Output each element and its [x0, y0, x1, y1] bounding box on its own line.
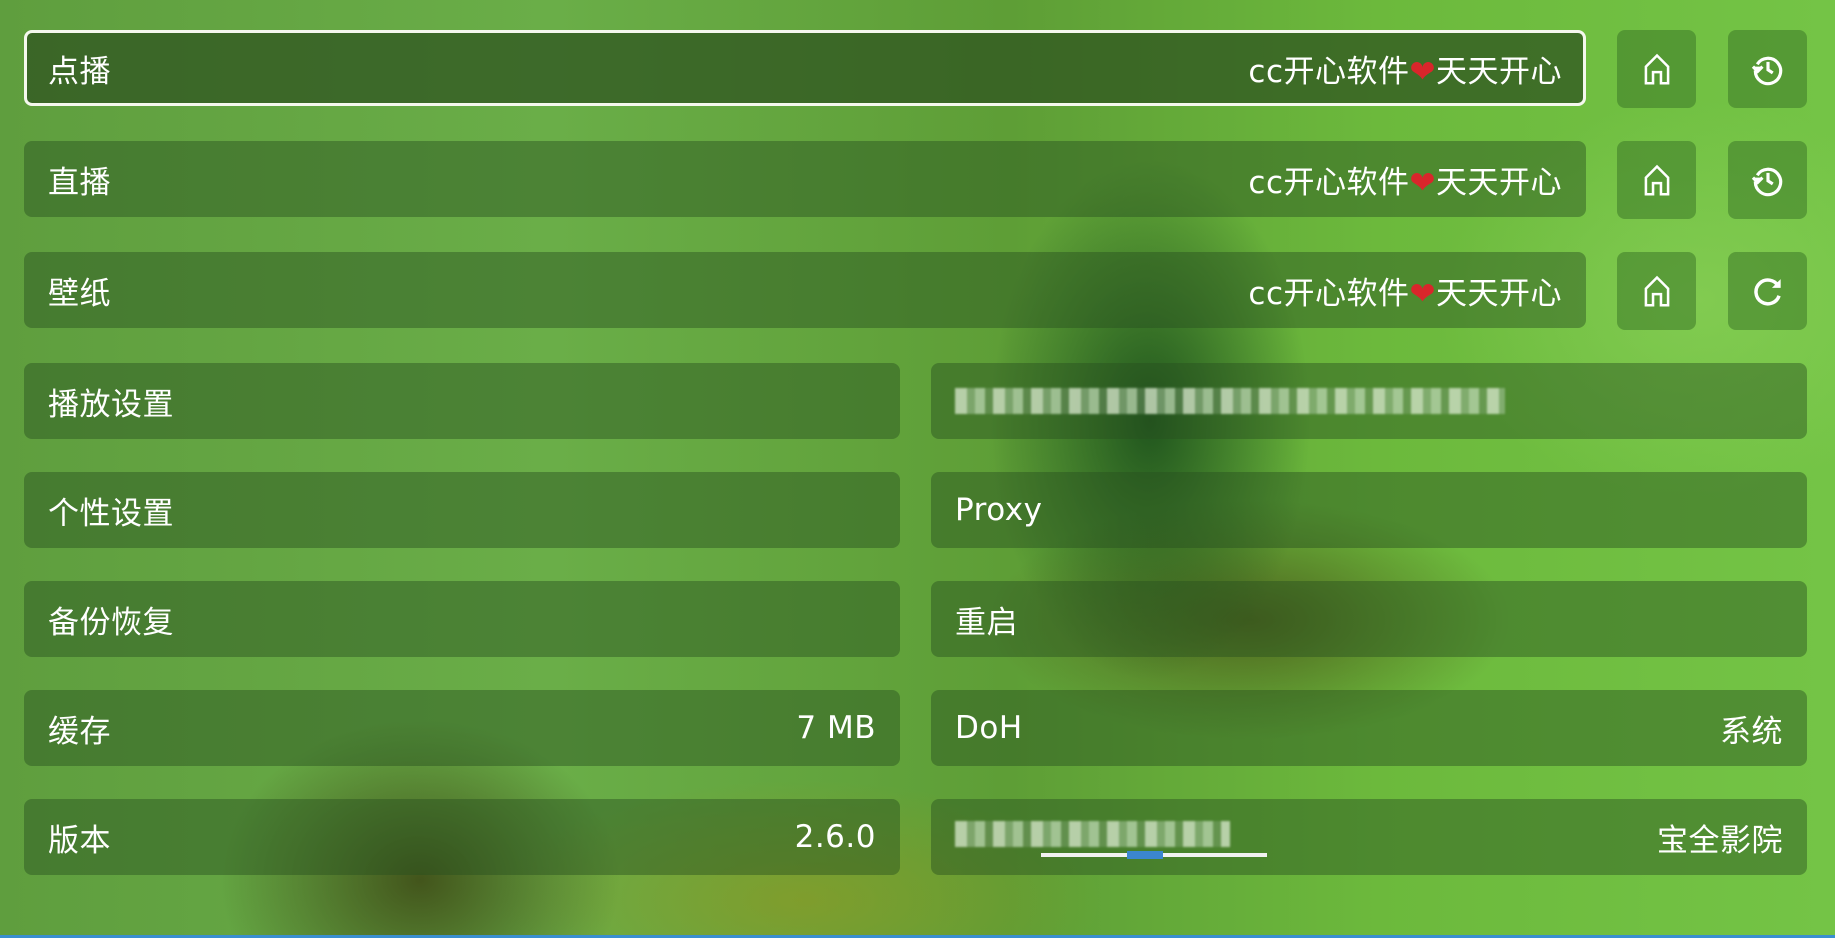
redacted-text	[955, 821, 1230, 847]
vod-history-button[interactable]	[1728, 30, 1807, 108]
vod-home-button[interactable]	[1617, 30, 1696, 108]
item-label: 重启	[955, 604, 1018, 641]
source-suffix: 天天开心	[1436, 164, 1562, 201]
site-item[interactable]: 宝全影院	[931, 799, 1807, 875]
heart-icon: ❤	[1409, 164, 1436, 201]
source-prefix: cc开心软件	[1248, 164, 1410, 201]
source-name: cc开心软件❤天天开心	[1248, 46, 1562, 91]
item-label: 播放设置	[48, 386, 174, 423]
row-label: 直播	[48, 164, 111, 201]
row-vod[interactable]: 点播 cc开心软件❤天天开心	[24, 30, 1586, 106]
source-suffix: 天天开心	[1436, 275, 1562, 312]
live-home-button[interactable]	[1617, 141, 1696, 219]
refresh-icon	[1753, 278, 1781, 306]
home-icon	[1644, 53, 1669, 85]
version-item[interactable]: 版本 2.6.0	[24, 799, 900, 875]
source-prefix: cc开心软件	[1248, 53, 1410, 90]
source-suffix: 天天开心	[1436, 53, 1562, 90]
history-icon	[1751, 167, 1782, 197]
item-label: 备份恢复	[48, 604, 174, 641]
proxy-item[interactable]: Proxy	[931, 472, 1807, 548]
source-prefix: cc开心软件	[1248, 275, 1410, 312]
play-settings-item[interactable]: 播放设置	[24, 363, 900, 439]
item-label: 缓存	[48, 713, 111, 750]
row-label: 点播	[48, 53, 111, 90]
row-live[interactable]: 直播 cc开心软件❤天天开心	[24, 141, 1586, 217]
item-label: DoH	[955, 710, 1023, 746]
row-label: 壁纸	[48, 275, 111, 312]
loading-indicator	[1041, 851, 1267, 859]
source-name: cc开心软件❤天天开心	[1248, 268, 1562, 313]
backup-restore-item[interactable]: 备份恢复	[24, 581, 900, 657]
home-icon	[1644, 164, 1669, 196]
redacted-info-item[interactable]	[931, 363, 1807, 439]
home-icon	[1644, 275, 1669, 307]
item-label: Proxy	[955, 492, 1043, 528]
history-icon	[1751, 56, 1782, 86]
indicator-segment	[1127, 851, 1163, 859]
item-label: 版本	[48, 822, 111, 859]
cache-item[interactable]: 缓存 7 MB	[24, 690, 900, 766]
personal-settings-item[interactable]: 个性设置	[24, 472, 900, 548]
redacted-text	[955, 388, 1505, 414]
restart-item[interactable]: 重启	[931, 581, 1807, 657]
redacted-site	[955, 819, 1267, 859]
heart-icon: ❤	[1409, 53, 1436, 90]
wallpaper-home-button[interactable]	[1617, 252, 1696, 330]
wallpaper-refresh-button[interactable]	[1728, 252, 1807, 330]
row-wallpaper[interactable]: 壁纸 cc开心软件❤天天开心	[24, 252, 1586, 328]
item-label: 个性设置	[48, 495, 174, 532]
source-name: cc开心软件❤天天开心	[1248, 157, 1562, 202]
doh-item[interactable]: DoH 系统	[931, 690, 1807, 766]
site-name: 宝全影院	[1657, 822, 1783, 859]
live-history-button[interactable]	[1728, 141, 1807, 219]
doh-value: 系统	[1720, 713, 1783, 750]
version-number: 2.6.0	[794, 819, 876, 855]
heart-icon: ❤	[1409, 275, 1436, 312]
cache-size: 7 MB	[796, 710, 876, 746]
